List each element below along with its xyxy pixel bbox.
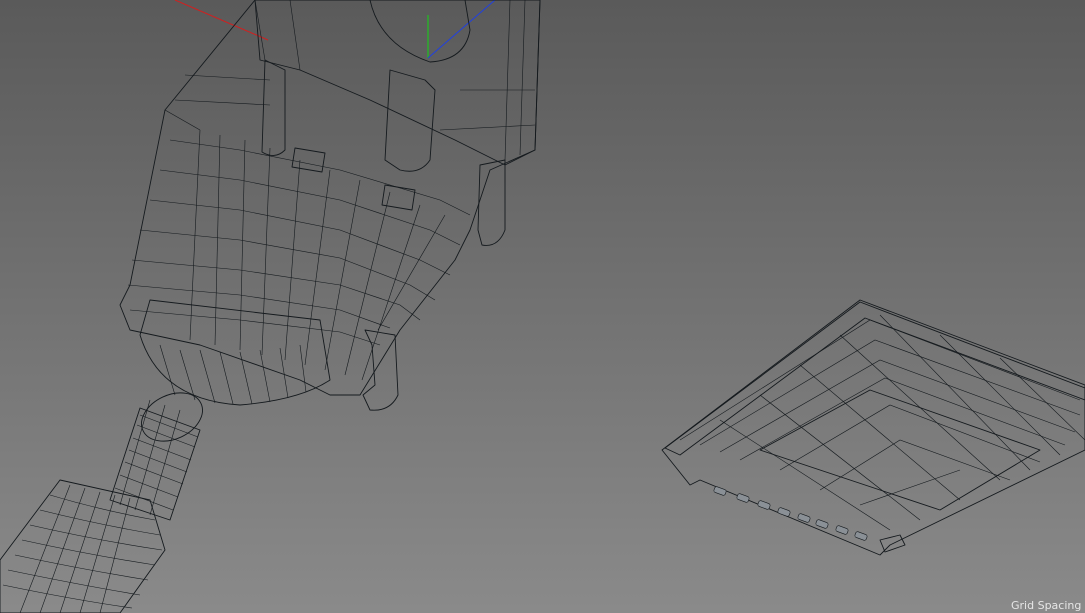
viewport-scene[interactable] — [0, 0, 1085, 613]
viewport-background — [0, 0, 1085, 613]
grid-spacing-label: Grid Spacing — [1011, 599, 1082, 612]
3d-viewport[interactable]: Grid Spacing — [0, 0, 1085, 613]
